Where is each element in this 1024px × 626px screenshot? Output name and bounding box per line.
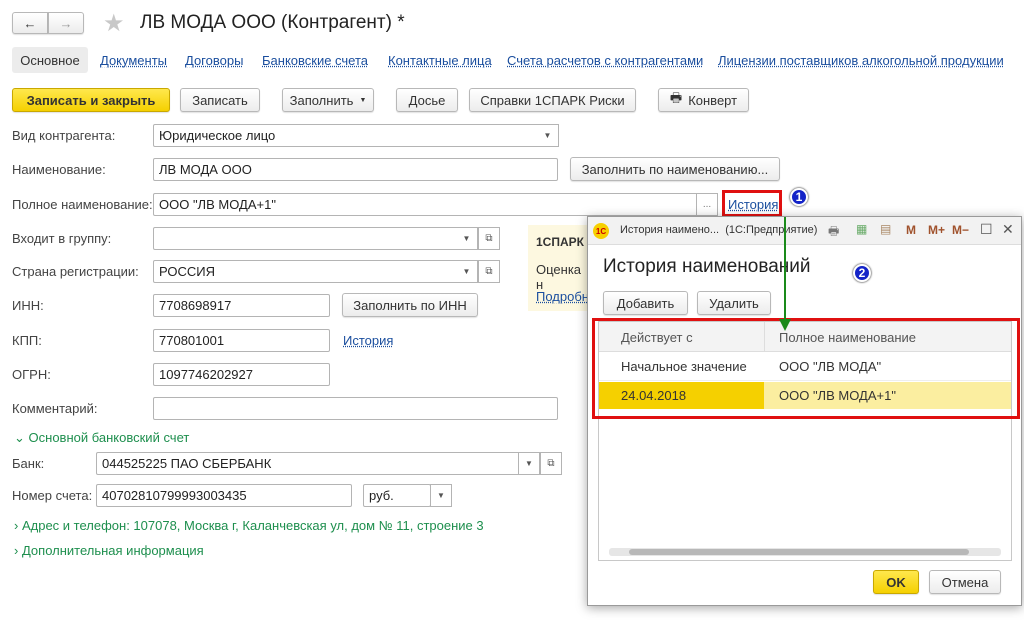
envelope-button[interactable]: 🖶 Конверт	[658, 88, 749, 112]
save-button[interactable]: Записать	[180, 88, 260, 112]
dialog-titlebar: 1С История наимено... (1С:Предприятие) 🖶…	[588, 217, 1021, 245]
1c-logo-icon: 1С	[593, 223, 609, 239]
cancel-button[interactable]: Отмена	[929, 570, 1001, 594]
bank-input[interactable]: 044525225 ПАО СБЕРБАНК	[96, 452, 520, 475]
spark-details-link[interactable]: Подробн	[536, 289, 589, 304]
account-label: Номер счета:	[12, 488, 93, 503]
kind-select[interactable]: Юридическое лицо	[153, 124, 539, 147]
comment-label: Комментарий:	[12, 401, 98, 416]
print-icon[interactable]: 🖶	[828, 222, 839, 243]
kpp-history-link[interactable]: История	[343, 333, 393, 348]
country-label: Страна регистрации:	[12, 264, 139, 279]
spark-reports-button[interactable]: Справки 1СПАРК Риски	[469, 88, 636, 112]
dossier-button[interactable]: Досье	[396, 88, 458, 112]
bank-label: Банк:	[12, 456, 45, 471]
ok-button[interactable]: OK	[873, 570, 919, 594]
page-title: ЛВ МОДА ООО (Контрагент) *	[140, 12, 405, 33]
ogrn-label: ОГРН:	[12, 367, 51, 382]
memory-minus-button[interactable]: M−	[952, 223, 969, 237]
tab-main[interactable]: Основное	[12, 47, 88, 73]
chevron-down-icon[interactable]: ▼	[456, 227, 478, 250]
annotation-arrow	[779, 217, 791, 331]
name-label: Наименование:	[12, 162, 106, 177]
extra-section-title: Дополнительная информация	[21, 543, 204, 558]
envelope-label: Конверт	[688, 92, 738, 108]
name-input[interactable]: ЛВ МОДА ООО	[153, 158, 558, 181]
chevron-down-icon[interactable]: ▼	[456, 260, 478, 283]
highlight-box	[722, 190, 782, 217]
maximize-icon[interactable]: ☐	[980, 221, 993, 238]
annotation-badge-2: 2	[853, 264, 871, 282]
fill-by-inn-button[interactable]: Заполнить по ИНН	[342, 293, 478, 317]
calculator-icon[interactable]: ▦	[856, 222, 867, 236]
comment-input[interactable]	[153, 397, 558, 420]
tab-contacts[interactable]: Контактные лица	[388, 53, 492, 68]
memory-plus-button[interactable]: M+	[928, 223, 945, 237]
fill-dropdown-button[interactable]: Заполнить ▼	[282, 88, 374, 112]
fill-by-name-button[interactable]: Заполнить по наименованию...	[570, 157, 780, 181]
calendar-icon[interactable]: ▤	[880, 222, 891, 236]
scrollbar-thumb[interactable]	[629, 549, 969, 555]
back-button[interactable]: ←	[12, 12, 48, 34]
memory-m-button[interactable]: M	[906, 223, 916, 237]
annotation-badge-1: 1	[790, 188, 808, 206]
tab-documents[interactable]: Документы	[100, 53, 167, 68]
kpp-input[interactable]: 770801001	[153, 329, 330, 352]
chevron-down-icon[interactable]: ▼	[430, 484, 452, 507]
tab-alcohol-licenses[interactable]: Лицензии поставщиков алкогольной продукц…	[718, 53, 1004, 68]
tab-settlement-accounts[interactable]: Счета расчетов с контрагентами	[507, 53, 703, 68]
chevron-down-icon[interactable]: ▼	[518, 452, 540, 475]
bank-section-title: Основной банковский счет	[28, 430, 190, 445]
horizontal-scrollbar[interactable]	[609, 548, 1001, 556]
printer-icon: 🖶	[669, 90, 683, 105]
address-section-title: Адрес и телефон: 107078, Москва г, Калан…	[21, 518, 484, 533]
fullname-input[interactable]: ООО "ЛВ МОДА+1"	[153, 193, 698, 216]
currency-select[interactable]: руб.	[363, 484, 431, 507]
chevron-down-icon[interactable]: ▼	[537, 124, 559, 147]
open-icon[interactable]: ⧉	[478, 260, 500, 283]
address-section-toggle[interactable]: › Адрес и телефон: 107078, Москва г, Кал…	[14, 518, 484, 533]
bank-section-toggle[interactable]: ⌄ Основной банковский счет	[14, 430, 189, 446]
forward-button[interactable]: →	[48, 12, 84, 34]
chevron-right-icon: ›	[14, 543, 19, 558]
inn-input[interactable]: 7708698917	[153, 294, 330, 317]
kpp-label: КПП:	[12, 333, 42, 348]
open-icon[interactable]: ⧉	[540, 452, 562, 475]
delete-button[interactable]: Удалить	[697, 291, 771, 315]
chevron-right-icon: ›	[14, 518, 19, 533]
account-input[interactable]: 40702810799993003435	[96, 484, 352, 507]
group-input[interactable]	[153, 227, 458, 250]
highlight-box	[592, 318, 1020, 419]
save-and-close-button[interactable]: Записать и закрыть	[12, 88, 170, 112]
spark-panel: 1СПАРК Оценка н Подробн	[528, 225, 590, 311]
chevron-down-icon: ⌄	[14, 430, 25, 445]
fill-label: Заполнить	[289, 92, 354, 108]
tab-contracts[interactable]: Договоры	[185, 53, 243, 68]
fullname-label: Полное наименование:	[12, 197, 153, 212]
inn-label: ИНН:	[12, 298, 44, 313]
country-input[interactable]: РОССИЯ	[153, 260, 458, 283]
tab-bank-accounts[interactable]: Банковские счета	[262, 53, 368, 68]
group-label: Входит в группу:	[12, 231, 112, 246]
favorite-star-icon[interactable]: ★	[103, 9, 125, 38]
kind-label: Вид контрагента:	[12, 128, 116, 143]
add-button[interactable]: Добавить	[603, 291, 688, 315]
open-icon[interactable]: ⧉	[478, 227, 500, 250]
open-fullname-button[interactable]: ...	[696, 193, 718, 216]
spark-title: 1СПАРК	[536, 235, 584, 249]
ogrn-input[interactable]: 1097746202927	[153, 363, 330, 386]
extra-section-toggle[interactable]: › Дополнительная информация	[14, 543, 204, 558]
spark-rating: Оценка н	[536, 262, 582, 292]
chevron-down-icon: ▼	[359, 96, 367, 104]
close-icon[interactable]: ✕	[1002, 221, 1014, 238]
